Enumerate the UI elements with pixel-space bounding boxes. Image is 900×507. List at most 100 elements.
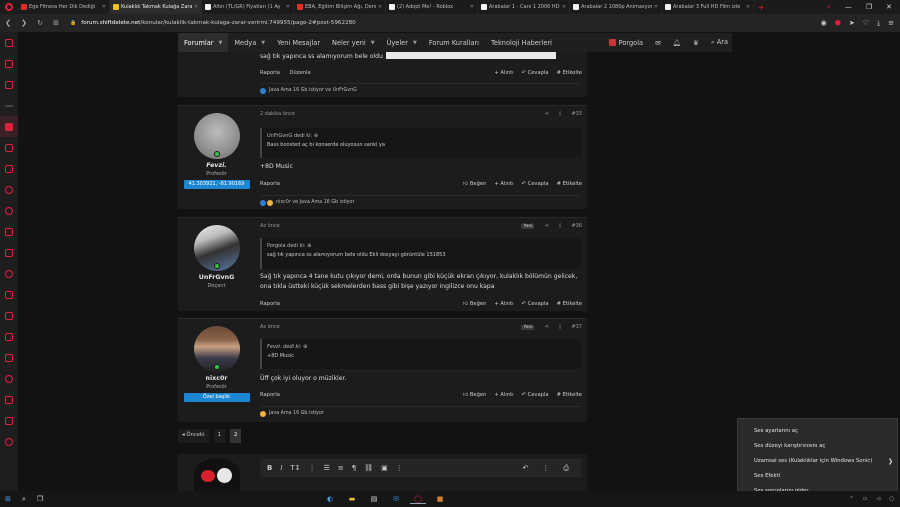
menu-icon[interactable]: ≡ [888,19,894,27]
quote-header[interactable]: UnFrGvnG dedi ki: ⊕ [262,128,581,142]
bell-icon[interactable]: 🔔︎ [673,39,681,47]
store-icon[interactable]: ▤ [366,495,382,503]
reply-button[interactable]: + Alıntı [494,181,513,187]
edit-link[interactable]: Düzenle [290,70,311,76]
chevron-down-icon[interactable]: ▼ [219,40,223,46]
quote-button[interactable]: ↶ Cevapla [522,181,549,187]
nav-tech-news[interactable]: Teknoloji Haberleri [485,33,558,52]
close-icon[interactable]: ✕ [378,4,382,10]
nav-new-messages[interactable]: Yeni Mesajlar [271,33,326,52]
history-icon[interactable] [0,368,18,389]
report-link[interactable]: Raporla [260,301,280,307]
username[interactable]: nixc0r [178,375,255,382]
text-size-icon[interactable]: T↕ [290,464,300,472]
adblock-icon[interactable]: ⬢ [835,19,841,27]
avatar[interactable] [193,225,240,271]
quote-button[interactable]: ↶ Cevapla [522,70,549,76]
tab-0[interactable]: Ege Fitness Her Dik Dediği ✕ [18,0,110,14]
nav-forum-rules[interactable]: Forum Kuralları [423,33,485,52]
page-1-link[interactable]: 1 [213,429,225,443]
paragraph-icon[interactable]: ¶ [352,464,356,472]
send-icon[interactable]: ➤ [849,19,855,27]
chevron-down-icon[interactable]: ▼ [371,40,375,46]
report-link[interactable]: Raporla [260,70,280,76]
bag-icon[interactable] [0,53,18,74]
username[interactable]: Fevzi. [178,162,255,169]
search-button[interactable]: ⌕ Ara [711,38,728,47]
username[interactable]: UnFrGvnG [178,274,255,281]
task-view-icon[interactable]: ❐ [32,495,48,503]
open-volume-mixer[interactable]: Ses düzeyi karıştırıcısını aç [738,439,897,454]
camera-icon[interactable]: ◉ [821,19,827,27]
quote-button[interactable]: ↶ Cevapla [522,301,549,307]
align-icon[interactable]: ≡ [338,464,344,472]
tag-button[interactable]: # Etikelte [557,392,582,398]
nav-media[interactable]: Medya ▼ [228,33,271,52]
more-icon[interactable]: ⋮ [542,464,549,472]
undo-icon[interactable]: ↶ [523,464,529,472]
url-field[interactable]: 🔒 forum.shiftdelete.net/konular/kulaklik… [70,20,356,26]
like-button[interactable]: 👍︎ Beğen [463,301,487,307]
bookmark-icon[interactable]: ▯ [559,223,562,229]
search-icon[interactable]: ⌕ [16,495,32,504]
post-number[interactable]: #33 [571,111,582,117]
tag-button[interactable]: # Etikelte [557,301,582,307]
chevron-down-icon[interactable]: ▼ [261,40,265,46]
sound-effects[interactable]: Ses Efekti [738,469,897,484]
preview-icon[interactable]: ⎙ [563,464,569,473]
bold-icon[interactable]: B [267,464,272,472]
post-time[interactable]: Az önce [260,324,280,330]
close-window-button[interactable]: ✕ [886,3,892,11]
post-number[interactable]: #36 [571,223,582,229]
tab-7[interactable]: Arabalar 3 Full HD Film izle ✕ [662,0,754,14]
quote-header[interactable]: Porgola dedi ki: ⊕ [262,238,581,252]
back-button[interactable]: ❮ [0,19,16,27]
gear-icon[interactable] [0,431,18,452]
spatial-sound-menu[interactable]: Uzamsal ses (Kulaklıklar için Windows So… [738,454,897,469]
reload-button[interactable]: ↻ [32,19,48,27]
quote-button[interactable]: ↶ Cevapla [522,392,549,398]
tab-5[interactable]: Arabalar 1 - Cars 1 2006 HD ✕ [478,0,570,14]
search-tabs-icon[interactable]: ⌕ [827,3,831,12]
envelope-icon[interactable]: ✉ [655,39,661,47]
reactions-bar[interactable]: Java Ama 16 Gb istiyor ve UnFrGvnG [260,83,581,97]
music-icon[interactable] [0,263,18,284]
notification-icon[interactable]: ▢ [889,496,894,502]
messenger-icon[interactable] [0,179,18,200]
minimize-button[interactable]: — [845,3,852,11]
share-icon[interactable]: ⋖ [544,324,548,330]
new-tab-button[interactable]: + [758,3,765,12]
download-icon[interactable]: ⤓ [877,19,880,28]
post-number[interactable]: #37 [571,324,582,330]
maximize-button[interactable]: ❐ [866,3,872,11]
app-icon[interactable]: ■ [432,495,448,503]
reply-button[interactable]: + Alıntı [494,301,513,307]
tab-2[interactable]: Altın (TL/GR) Fiyatları (1 Ay ✕ [202,0,294,14]
reply-button[interactable]: + Alıntı [494,392,513,398]
close-icon[interactable]: ✕ [286,4,290,10]
tab-3[interactable]: EBA, Eğitim Bilişim Ağı, Dersl ✕ [294,0,386,14]
post-time[interactable]: 2 dakika önce [260,111,295,117]
close-icon[interactable]: ✕ [562,4,566,10]
nav-members[interactable]: Üyeler ▼ [381,33,423,52]
page-2-link[interactable]: 2 [229,429,242,443]
avatar[interactable] [194,458,240,491]
news-icon[interactable] [0,347,18,368]
bookmark-icon[interactable]: ▯ [559,111,562,117]
send-icon[interactable] [0,284,18,305]
list-icon[interactable]: ☰ [324,464,330,472]
opera-taskbar-icon[interactable]: ◯ [410,495,426,504]
close-icon[interactable]: ✕ [654,4,658,10]
tag-button[interactable]: # Etikelte [557,181,582,187]
mail-icon[interactable]: ✉ [388,495,404,503]
link-icon[interactable]: ⛓ [364,464,373,472]
trophy-icon[interactable]: ♛ [693,39,699,47]
share-icon[interactable]: ⋖ [544,111,548,117]
tag-button[interactable]: # Etikelte [557,70,582,76]
nav-forums[interactable]: Forumlar ▼ [178,33,229,52]
download-icon[interactable] [0,389,18,410]
nav-whats-new[interactable]: Neler yeni ▼ [326,33,381,52]
prev-page-button[interactable]: ◂ Önceki [178,429,209,443]
reply-button[interactable]: + Alıntı [494,70,513,76]
more-icon[interactable]: ⋮ [396,464,403,472]
